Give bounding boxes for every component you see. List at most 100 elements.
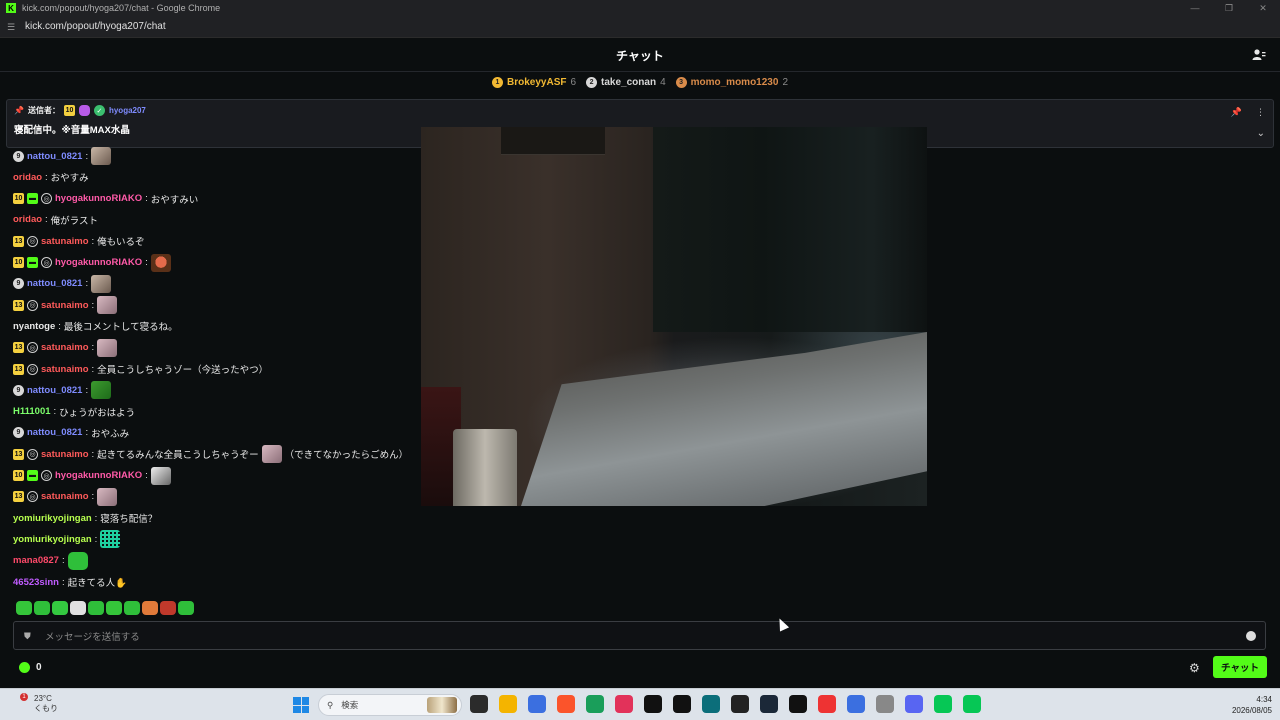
chat-username[interactable]: hyogakunnoRIAKO <box>55 470 142 481</box>
emote-pink-icon[interactable] <box>97 487 118 506</box>
chevron-down-icon[interactable]: ⌄ <box>1257 128 1265 139</box>
emote-bw-icon[interactable] <box>150 466 171 485</box>
chat-input-placeholder[interactable]: メッセージを送信する <box>45 629 140 643</box>
quick-emote-icon[interactable] <box>160 601 176 615</box>
taskbar-app-icon[interactable] <box>789 695 807 713</box>
taskbar-app-icon[interactable] <box>470 695 488 713</box>
taskbar-app-icon[interactable] <box>818 695 836 713</box>
site-info-icon[interactable]: ☰ <box>7 22 17 32</box>
chat-separator: : <box>58 320 61 332</box>
emote-face-icon[interactable] <box>150 253 171 272</box>
search-label: 検索 <box>341 700 359 710</box>
minimize-icon[interactable]: — <box>1178 0 1212 16</box>
quick-emote-icon[interactable] <box>70 601 86 615</box>
emote-pink-icon[interactable] <box>97 296 118 315</box>
send-chat-button[interactable]: チャット <box>1213 656 1267 678</box>
quick-emote-icon[interactable] <box>106 601 122 615</box>
quick-emote-icon[interactable] <box>178 601 194 615</box>
chat-text: 全員こうしちゃうゾー（今送ったやつ） <box>97 365 269 376</box>
emote-pink-icon[interactable] <box>97 338 118 357</box>
taskbar-app-icon[interactable] <box>934 695 952 713</box>
chat-username[interactable]: hyogakunnoRIAKO <box>55 193 142 204</box>
leaderboard-item[interactable]: 1 BrokeyyASF 6 <box>492 76 576 88</box>
chat-input[interactable]: ⛊ メッセージを送信する <box>13 621 1266 650</box>
emote-green-icon[interactable] <box>67 551 88 570</box>
channel-points[interactable]: 0 <box>19 662 42 673</box>
emote-cat-icon[interactable] <box>91 147 112 165</box>
chat-username[interactable]: satunaimo <box>41 491 89 502</box>
quick-emote-icon[interactable] <box>124 601 140 615</box>
chat-username[interactable]: satunaimo <box>41 236 89 247</box>
search-highlight-image <box>427 697 457 713</box>
gear-icon[interactable]: ⚙ <box>1189 661 1200 675</box>
emote-pink-icon[interactable] <box>261 445 282 464</box>
taskbar-app-icon[interactable] <box>528 695 546 713</box>
taskbar-app-icon[interactable] <box>644 695 662 713</box>
chat-username[interactable]: mana0827 <box>13 555 59 566</box>
chat-username[interactable]: satunaimo <box>41 300 89 311</box>
leaderboard-item[interactable]: 2 take_conan 4 <box>586 76 666 88</box>
chat-username[interactable]: yomiurikyojingan <box>13 534 92 545</box>
emote-frog-icon[interactable] <box>91 381 112 400</box>
emote-grid-icon[interactable] <box>100 530 121 549</box>
taskbar-app-icon[interactable] <box>586 695 604 713</box>
url-text[interactable]: kick.com/popout/hyoga207/chat <box>25 21 166 32</box>
close-icon[interactable]: ✕ <box>1246 0 1280 16</box>
address-bar[interactable]: ☰ kick.com/popout/hyoga207/chat <box>0 16 1280 38</box>
chat-separator: : <box>53 406 57 418</box>
taskbar-app-icon[interactable] <box>615 695 633 713</box>
windows-start-icon[interactable] <box>293 697 309 713</box>
quick-emote-icon[interactable] <box>16 601 32 615</box>
taskbar-app-icon[interactable] <box>499 695 517 713</box>
chat-username[interactable]: nattou_0821 <box>27 278 82 289</box>
og-badge: ◎ <box>27 491 38 503</box>
leaderboard-item[interactable]: 3 momo_momo1230 2 <box>675 76 788 88</box>
quick-emote-icon[interactable] <box>142 601 158 615</box>
emote-cat-icon[interactable] <box>91 274 112 293</box>
chat-separator: : <box>91 235 95 247</box>
shield-icon[interactable]: ⛊ <box>24 631 34 641</box>
users-icon[interactable] <box>1252 48 1266 62</box>
quick-emote-icon[interactable] <box>88 601 104 615</box>
chat-username[interactable]: 46523sinn <box>13 577 59 588</box>
more-options-icon[interactable]: ⋮ <box>1256 107 1265 118</box>
leaderboard-user[interactable]: take_conan <box>601 77 656 88</box>
taskbar-app-icon[interactable] <box>760 695 778 713</box>
stream-video-overlay[interactable] <box>421 127 927 506</box>
quick-emote-icon[interactable] <box>52 601 68 615</box>
chat-username[interactable]: nattou_0821 <box>27 151 82 162</box>
chat-username[interactable]: hyogakunnoRIAKO <box>55 257 142 268</box>
chat-username[interactable]: H111001 <box>13 406 51 417</box>
chat-username[interactable]: satunaimo <box>41 364 89 375</box>
quick-emote-icon[interactable] <box>34 601 50 615</box>
chat-username[interactable]: yomiurikyojingan <box>13 513 92 524</box>
maximize-icon[interactable]: ❐ <box>1212 0 1246 16</box>
taskbar-app-icon[interactable] <box>963 695 981 713</box>
taskbar-app-icon[interactable] <box>673 695 691 713</box>
chat-username[interactable]: nattou_0821 <box>27 427 82 438</box>
chat-username[interactable]: nattou_0821 <box>27 385 82 396</box>
taskbar-app-icon[interactable] <box>847 695 865 713</box>
taskbar-app-icon[interactable] <box>905 695 923 713</box>
chat-username[interactable]: satunaimo <box>41 449 89 460</box>
taskbar-search[interactable]: ⚲ 検索 <box>318 694 462 716</box>
taskbar-app-icon[interactable] <box>731 695 749 713</box>
emoji-picker-icon[interactable] <box>1246 631 1256 641</box>
level-badge: 9 <box>13 278 24 290</box>
system-clock[interactable]: 4:34 2026/08/05 <box>1232 694 1272 716</box>
taskbar-app-icon[interactable] <box>702 695 720 713</box>
leaderboard-user[interactable]: BrokeyyASF <box>507 77 566 88</box>
chat-username[interactable]: nyantoge <box>13 321 55 332</box>
taskbar-app-icon[interactable] <box>876 695 894 713</box>
weather-widget[interactable]: 1 23°C くもり <box>14 693 58 714</box>
chat-separator: : <box>61 555 65 567</box>
pinned-sender-name[interactable]: hyoga207 <box>109 106 146 115</box>
unpin-icon[interactable]: 📌 <box>1231 107 1242 118</box>
chat-username[interactable]: satunaimo <box>41 342 89 353</box>
chat-message: 13 ◎ satunaimo: 全員こうしちゃうゾー（今送ったやつ） <box>13 360 268 378</box>
taskbar-app-icon[interactable] <box>557 695 575 713</box>
chat-username[interactable]: oridao <box>13 214 42 225</box>
chat-username[interactable]: oridao <box>13 172 42 183</box>
leaderboard-user[interactable]: momo_momo1230 <box>691 77 779 88</box>
video-scene-bed <box>521 332 927 506</box>
